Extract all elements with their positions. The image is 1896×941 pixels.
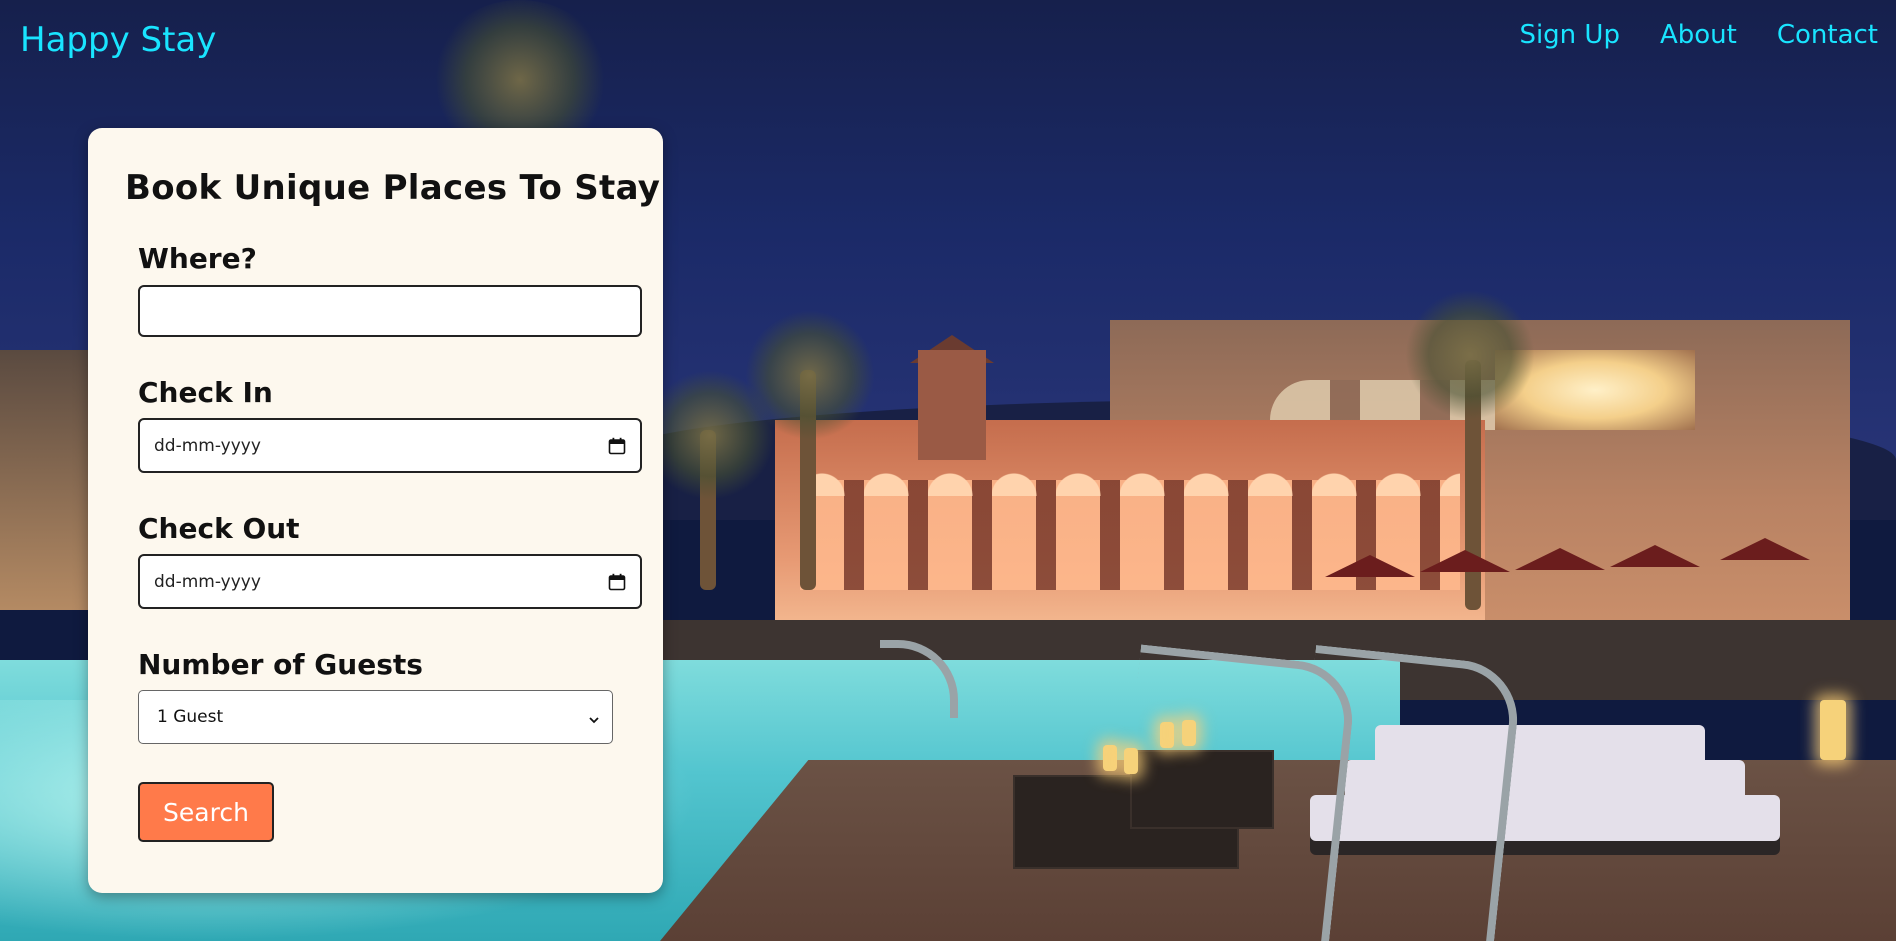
calendar-icon[interactable] xyxy=(608,437,626,455)
check-out-date-input[interactable]: dd-mm-yyyy xyxy=(138,554,642,609)
left-building xyxy=(0,350,90,610)
arch-tops xyxy=(800,470,1460,496)
tower xyxy=(918,350,986,460)
check-out-placeholder: dd-mm-yyyy xyxy=(154,571,261,592)
site-title[interactable]: Happy Stay xyxy=(20,20,216,60)
nav-sign-up[interactable]: Sign Up xyxy=(1519,20,1620,50)
pool-ladder-rail xyxy=(1284,644,1524,941)
umbrella xyxy=(1610,545,1700,567)
where-input[interactable] xyxy=(138,285,642,337)
check-in-date-input[interactable]: dd-mm-yyyy xyxy=(138,418,642,473)
guests-selected-value: 1 Guest xyxy=(157,707,224,727)
umbrella xyxy=(1515,548,1605,570)
umbrella xyxy=(1420,550,1510,572)
nav-contact[interactable]: Contact xyxy=(1777,20,1878,50)
check-out-label: Check Out xyxy=(138,512,300,545)
booking-card: Book Unique Places To Stay Where? Check … xyxy=(88,128,663,893)
guests-label: Number of Guests xyxy=(138,648,423,681)
chevron-down-icon xyxy=(588,711,600,724)
top-nav: Sign Up About Contact xyxy=(1519,20,1878,50)
booking-title: Book Unique Places To Stay xyxy=(125,168,661,208)
guests-select[interactable]: 1 Guest xyxy=(138,690,613,744)
palm-fronds xyxy=(1405,290,1535,420)
search-button[interactable]: Search xyxy=(138,782,274,842)
umbrella xyxy=(1325,555,1415,577)
nav-about[interactable]: About xyxy=(1660,20,1737,50)
lantern xyxy=(1103,745,1117,771)
umbrella xyxy=(1720,538,1810,560)
lantern xyxy=(1820,700,1846,760)
check-in-placeholder: dd-mm-yyyy xyxy=(154,435,261,456)
where-label: Where? xyxy=(138,242,257,275)
calendar-icon[interactable] xyxy=(608,573,626,591)
check-in-label: Check In xyxy=(138,376,273,409)
palm-fronds xyxy=(745,310,875,440)
